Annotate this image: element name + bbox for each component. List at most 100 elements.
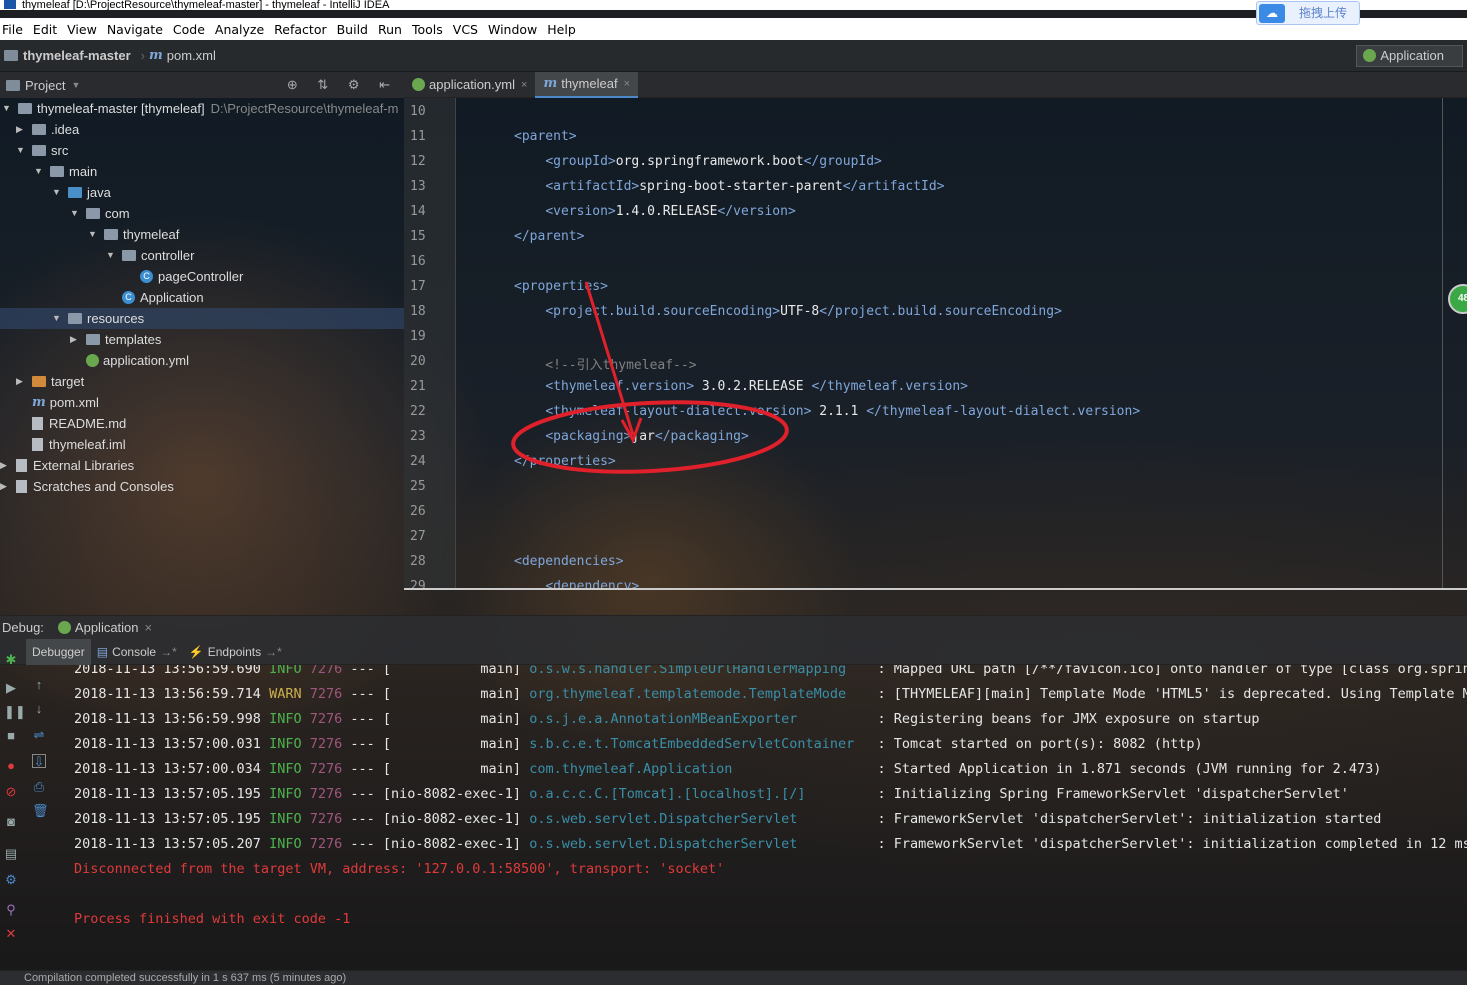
expand-arrow-icon[interactable]: ▶ (16, 119, 28, 140)
close-icon[interactable]: × (145, 620, 153, 635)
expand-arrow-icon[interactable]: ▼ (70, 203, 82, 224)
tree-item[interactable]: ▶ Scratches and Consoles (0, 476, 174, 497)
trash-icon[interactable]: 🗑 (32, 804, 49, 818)
code-line[interactable]: <!--引入thymeleaf--> (514, 354, 696, 373)
menu-item-tools[interactable]: Tools (412, 22, 443, 37)
expand-arrow-icon[interactable]: ▶ (16, 371, 28, 392)
code-editor[interactable]: 48 10 11 <parent> 12 <groupId>org.springfra… (404, 98, 1467, 590)
tree-item-label: controller (141, 248, 195, 263)
tree-item[interactable]: ▶ External Libraries (0, 455, 134, 476)
camera-icon[interactable]: ◙ (4, 815, 18, 829)
pause-icon[interactable]: ❚❚ (4, 705, 26, 719)
code-line[interactable]: <thymeleaf.version> 3.0.2.RELEASE </thym… (514, 379, 968, 394)
expand-arrow-icon[interactable]: ▶ (0, 455, 12, 476)
menu-item-run[interactable]: Run (378, 22, 402, 37)
layout-icon[interactable]: ▤ (4, 847, 18, 861)
menu-item-build[interactable]: Build (337, 22, 368, 37)
menu-item-edit[interactable]: Edit (33, 22, 57, 37)
folder-icon (50, 166, 64, 177)
close-icon[interactable]: ✕ (4, 927, 18, 941)
tree-item[interactable]: ▶ target (16, 371, 84, 392)
code-line[interactable]: <project.build.sourceEncoding>UTF-8</pro… (514, 304, 1062, 319)
code-line[interactable]: </parent> (514, 229, 584, 244)
expand-arrow-icon[interactable]: ▶ (0, 476, 12, 497)
expand-arrow-icon[interactable]: ▶ (70, 329, 82, 350)
tree-item[interactable]: ▼ controller (106, 245, 194, 266)
code-line[interactable]: </properties> (514, 454, 616, 469)
tree-item[interactable]: ▼ com (70, 203, 130, 224)
close-icon[interactable]: × (624, 71, 630, 97)
notification-badge[interactable]: 48 (1448, 284, 1467, 314)
expand-arrow-icon[interactable]: ▼ (16, 140, 28, 161)
resume-icon[interactable]: ▶ (4, 681, 18, 695)
menu-item-analyze[interactable]: Analyze (215, 22, 264, 37)
editor-bottom-border (404, 588, 1467, 590)
code-line[interactable]: <dependencies> (514, 554, 624, 569)
stop-icon[interactable]: ■ (4, 729, 18, 743)
breadcrumb-project[interactable]: thymeleaf-master (4, 48, 131, 63)
expand-arrow-icon[interactable]: ▼ (2, 98, 14, 119)
breakpoints-icon[interactable]: ● (4, 759, 18, 773)
tab-application-yml[interactable]: application.yml × (404, 72, 535, 98)
tree-item[interactable]: ▼ main (34, 161, 97, 182)
close-icon[interactable]: × (521, 72, 527, 98)
project-panel-title[interactable]: Project (25, 78, 65, 93)
expand-arrow-icon[interactable]: ▼ (52, 308, 64, 329)
tree-item[interactable]: CpageController (124, 266, 243, 287)
debug-config-tab[interactable]: Application (75, 620, 139, 635)
code-line[interactable]: <thymeleaf-layout-dialect.version> 2.1.1… (514, 404, 1140, 419)
tab-endpoints[interactable]: ⚡ Endpoints →* (183, 639, 288, 665)
print-icon[interactable]: ⎙ (32, 780, 46, 794)
tree-item-label: Application (140, 290, 204, 305)
expand-arrow-icon[interactable]: ▼ (88, 224, 100, 245)
cloud-upload-button[interactable]: ☁ 拖拽上传 (1256, 1, 1360, 25)
code-line[interactable]: <version>1.4.0.RELEASE</version> (514, 204, 795, 219)
chevron-down-icon[interactable]: ▼ (71, 80, 80, 90)
menu-item-refactor[interactable]: Refactor (274, 22, 326, 37)
code-line[interactable]: <groupId>org.springframework.boot</group… (514, 154, 882, 169)
tree-item[interactable]: README.md (16, 413, 126, 434)
code-line[interactable]: <parent> (514, 129, 577, 144)
tab-debugger[interactable]: Debugger (26, 638, 91, 665)
code-line[interactable]: <properties> (514, 279, 608, 294)
folder-icon (4, 50, 18, 61)
run-config-label: Application (1380, 48, 1444, 63)
tree-item[interactable]: ▶ .idea (16, 119, 79, 140)
tree-item[interactable]: ▼ thymeleaf-master [thymeleaf] D:\ProjectR… (2, 98, 398, 119)
code-line[interactable]: <artifactId>spring-boot-starter-parent</… (514, 179, 944, 194)
code-line[interactable]: <packaging>jar</packaging> (514, 429, 749, 444)
mute-breakpoints-icon[interactable]: ⊘ (4, 785, 18, 799)
expand-arrow-icon[interactable]: ▼ (52, 182, 64, 203)
tab-console[interactable]: ▤ Console →* (91, 639, 183, 665)
console-output[interactable]: 2018-11-13 13:56:59.690 INFO 7276 --- [ … (58, 665, 1467, 970)
tree-item[interactable]: ▼ resources (52, 308, 144, 329)
soft-wrap-icon[interactable]: ⇌ (32, 728, 46, 742)
menu-item-window[interactable]: Window (488, 22, 537, 37)
up-arrow-icon[interactable]: ↑ (32, 678, 46, 692)
tree-item[interactable]: m pom.xml (16, 392, 99, 413)
tree-item[interactable]: ▶ templates (70, 329, 161, 350)
scroll-to-end-icon[interactable]: ⇩ (32, 754, 46, 769)
menu-item-file[interactable]: File (2, 22, 23, 37)
tree-item[interactable]: ▼ src (16, 140, 68, 161)
line-number: 25 (410, 479, 426, 494)
run-configuration-select[interactable]: Application (1356, 45, 1463, 67)
menu-item-navigate[interactable]: Navigate (107, 22, 163, 37)
menu-item-vcs[interactable]: VCS (453, 22, 478, 37)
tree-item[interactable]: ▼ java (52, 182, 111, 203)
menu-item-code[interactable]: Code (173, 22, 205, 37)
down-arrow-icon[interactable]: ↓ (32, 702, 46, 716)
tree-item[interactable]: thymeleaf.iml (16, 434, 126, 455)
expand-arrow-icon[interactable]: ▼ (34, 161, 46, 182)
expand-arrow-icon[interactable]: ▼ (106, 245, 118, 266)
menu-item-help[interactable]: Help (547, 22, 576, 37)
tree-item[interactable]: ▼ thymeleaf (88, 224, 179, 245)
menu-item-view[interactable]: View (67, 22, 97, 37)
tab-thymeleaf[interactable]: m thymeleaf × (535, 71, 639, 98)
tree-item[interactable]: application.yml (70, 350, 189, 371)
project-panel-tools[interactable]: ⊕ ⇅ ⚙ ⇤ (287, 77, 398, 93)
breadcrumb-file[interactable]: m pom.xml (149, 48, 216, 63)
pin-tab-icon[interactable]: ⚲ (4, 903, 18, 917)
settings-icon[interactable]: ⚙ (4, 873, 18, 887)
tree-item[interactable]: C Application (106, 287, 204, 308)
